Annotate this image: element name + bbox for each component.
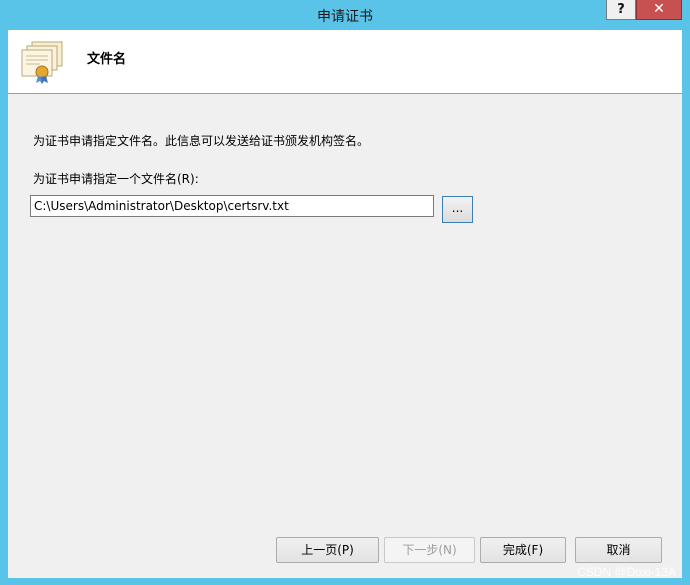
- file-name-label: 为证书申请指定一个文件名(R):: [33, 172, 199, 186]
- browse-button[interactable]: ...: [442, 196, 473, 223]
- dialog-body: 文件名 为证书申请指定文件名。此信息可以发送给证书颁发机构签名。 为证书申请指定…: [8, 30, 682, 578]
- close-button[interactable]: ✕: [636, 0, 682, 20]
- window-title: 申请证书: [317, 9, 373, 25]
- finish-button[interactable]: 完成(F): [480, 537, 566, 563]
- title-bar[interactable]: 申请证书 ? ✕: [0, 0, 690, 30]
- page-title: 文件名: [87, 52, 127, 67]
- file-path-input[interactable]: [30, 195, 434, 217]
- help-button[interactable]: ?: [606, 0, 636, 20]
- wizard-header: 文件名: [8, 30, 682, 94]
- next-button[interactable]: 下一步(N): [384, 537, 475, 563]
- certificate-icon: [21, 41, 63, 84]
- dialog-window: 申请证书 ? ✕ 文件名 为证书申请指定文件名。此信息可以发送给证书颁发机构签名…: [0, 0, 690, 585]
- description-text: 为证书申请指定文件名。此信息可以发送给证书颁发机构签名。: [33, 134, 370, 148]
- cancel-button[interactable]: 取消: [575, 537, 662, 563]
- close-icon: ✕: [653, 1, 665, 17]
- prev-button[interactable]: 上一页(P): [276, 537, 379, 563]
- watermark: CSDN @Doxi-13A: [577, 565, 676, 579]
